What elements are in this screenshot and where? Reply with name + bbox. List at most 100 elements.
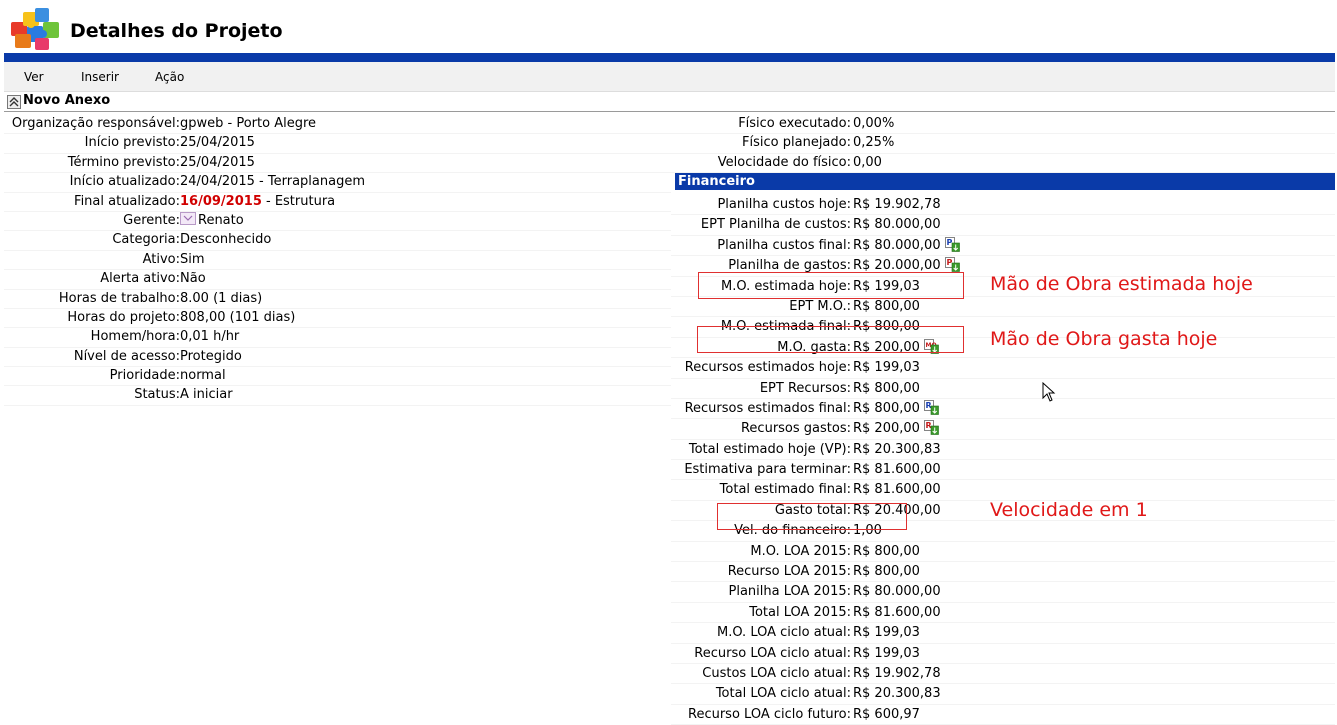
financeiro-value: R$ 199,03 [853, 623, 920, 642]
financeiro-amount: R$ 800,00 [853, 380, 920, 396]
financeiro-label: EPT M.O.: [789, 298, 851, 314]
financeiro-value: R$ 19.902,78 [853, 664, 941, 683]
financeiro-amount: R$ 800,00 [853, 543, 920, 559]
field-row: Homem/hora: 0,01 h/hr [4, 328, 671, 348]
financeiro-row: Recursos gastos: R$ 200,00 R [671, 419, 1335, 440]
field-label: Prioridade: [109, 368, 180, 384]
field-label: Organização responsável: [11, 116, 180, 131]
financeiro-amount: R$ 81.600,00 [853, 604, 941, 620]
mouse-cursor-icon [1042, 382, 1056, 402]
physical-progress: Físico executado: 0,00% Físico planejado:… [671, 115, 1335, 174]
manager-link[interactable]: Renato [198, 213, 244, 228]
financeiro-label: Planilha custos final: [717, 237, 851, 253]
recursos-gastos-report-icon[interactable]: R [924, 420, 939, 436]
financeiro-amount: R$ 199,03 [853, 645, 920, 661]
field-row: Ativo: Sim [4, 251, 671, 271]
financeiro-row: Total estimado hoje (VP): R$ 20.300,83 [671, 440, 1335, 461]
field-row: Início atualizado: 24/04/2015 - Terraplan… [4, 173, 671, 193]
financeiro-row: Total LOA ciclo atual: R$ 20.300,83 [671, 684, 1335, 705]
financeiro-amount: R$ 200,00 [853, 421, 920, 437]
financeiro-row: Recurso LOA 2015: R$ 800,00 [671, 562, 1335, 583]
field-label: Final atualizado: [74, 193, 180, 209]
financeiro-amount: R$ 20.300,83 [853, 441, 941, 457]
financeiro-label: Recursos gastos: [740, 421, 851, 437]
field-value: Desconhecido [180, 232, 272, 248]
financeiro-amount: R$ 20.300,83 [853, 686, 941, 702]
field-value: 8.00 (1 dias) [180, 290, 263, 306]
financeiro-label: Total LOA ciclo atual: [715, 686, 851, 702]
financeiro-value: R$ 81.600,00 [853, 480, 941, 499]
menu-inserir[interactable]: Inserir [81, 70, 119, 84]
page-header: Detalhes do Projeto [0, 0, 1337, 52]
financeiro-row: Planilha custos final: R$ 80.000,00 P [671, 236, 1335, 257]
financeiro-value: R$ 800,00 [853, 542, 920, 561]
financeiro-value: R$ 20.300,83 [853, 684, 941, 703]
financeiro-value: R$ 600,97 [853, 705, 920, 724]
financeiro-label: Estimativa para terminar: [684, 462, 851, 478]
menu-ver[interactable]: Ver [24, 70, 44, 84]
field-value: 0,25% [853, 135, 895, 151]
financeiro-amount: R$ 199,03 [853, 625, 920, 641]
gastos-report-icon[interactable]: P [944, 257, 960, 272]
financeiro-label: Total LOA 2015: [749, 604, 851, 620]
menu-acao[interactable]: Ação [155, 70, 184, 84]
field-row: Físico planejado: 0,25% [671, 134, 1335, 154]
field-value: Sim [180, 251, 205, 267]
field-row: Alerta ativo: Não [4, 270, 671, 290]
field-row: Status: A iniciar [4, 386, 671, 406]
financeiro-label: Total estimado hoje (VP): [688, 441, 851, 457]
field-row: Horas do projeto: 808,00 (101 dias) [4, 309, 671, 329]
financeiro-label: Planilha custos hoje: [717, 197, 851, 212]
financeiro-value: R$ 200,00 R [853, 419, 939, 438]
svg-text:P: P [946, 238, 952, 247]
page-title: Detalhes do Projeto [70, 20, 283, 42]
financeiro-header: Financeiro [675, 173, 1335, 190]
annotation-mo-gasta: Mão de Obra gasta hoje [990, 328, 1218, 350]
financeiro-label: EPT Recursos: [759, 380, 851, 396]
final-date: 16/09/2015 [180, 193, 262, 209]
field-row: Gerente: Renato [4, 211, 671, 232]
field-value: A iniciar [180, 387, 233, 403]
field-label: Ativo: [142, 251, 180, 267]
field-row: Organização responsável: gpweb - Porto Al… [4, 115, 671, 135]
annotation-velocidade: Velocidade em 1 [990, 499, 1148, 521]
financeiro-amount: R$ 19.902,78 [853, 197, 941, 212]
field-row: Término previsto: 25/04/2015 [4, 154, 671, 174]
title-divider-bar [4, 53, 1335, 62]
field-row: Nível de acesso: Protegido [4, 348, 671, 368]
financeiro-label: Custos LOA ciclo atual: [702, 665, 851, 681]
financeiro-row: Recurso LOA ciclo futuro: R$ 600,97 [671, 705, 1335, 725]
financeiro-amount: R$ 81.600,00 [853, 462, 941, 478]
field-value: 0,00 [853, 154, 882, 170]
annotation-mo-estimada: Mão de Obra estimada hoje [990, 273, 1253, 295]
field-label: Alerta ativo: [100, 271, 180, 287]
field-label: Nível de acesso: [73, 348, 180, 364]
final-task: - Estrutura [261, 193, 336, 209]
financeiro-value: R$ 20.300,83 [853, 440, 941, 459]
collapse-icon[interactable] [7, 95, 21, 109]
field-value: normal [180, 368, 226, 384]
financeiro-value: R$ 81.600,00 [853, 460, 941, 479]
field-label: Término previsto: [67, 154, 180, 170]
field-value: 0,00% [853, 116, 895, 131]
financeiro-value: R$ 800,00 R [853, 399, 939, 418]
financeiro-value: R$ 19.902,78 [853, 195, 941, 214]
financeiro-label: Recurso LOA ciclo atual: [694, 645, 851, 661]
planilha-report-icon[interactable]: P [944, 236, 960, 252]
field-label: Homem/hora: [90, 329, 180, 345]
financeiro-row: M.O. LOA ciclo atual: R$ 199,03 [671, 623, 1335, 644]
recursos-report-icon[interactable]: R [924, 400, 939, 415]
financeiro-value: R$ 80.000,00 [853, 215, 941, 234]
financeiro-row: Recursos estimados hoje: R$ 199,03 [671, 358, 1335, 379]
financeiro-row: Custos LOA ciclo atual: R$ 19.902,78 [671, 664, 1335, 685]
svg-text:P: P [946, 258, 952, 267]
menu-bar: Ver Inserir Ação [4, 62, 1335, 92]
user-icon[interactable] [180, 211, 196, 225]
field-label: Status: [134, 387, 180, 403]
financeiro-label: Planilha LOA 2015: [728, 584, 852, 600]
financeiro-label: Recursos estimados final: [684, 400, 851, 416]
financeiro-row: Planilha custos hoje: R$ 19.902,78 [671, 195, 1335, 216]
financeiro-amount: R$ 81.600,00 [853, 482, 941, 498]
financeiro-label: EPT Planilha de custos: [700, 217, 851, 233]
financeiro-row: Total estimado final: R$ 81.600,00 [671, 480, 1335, 501]
